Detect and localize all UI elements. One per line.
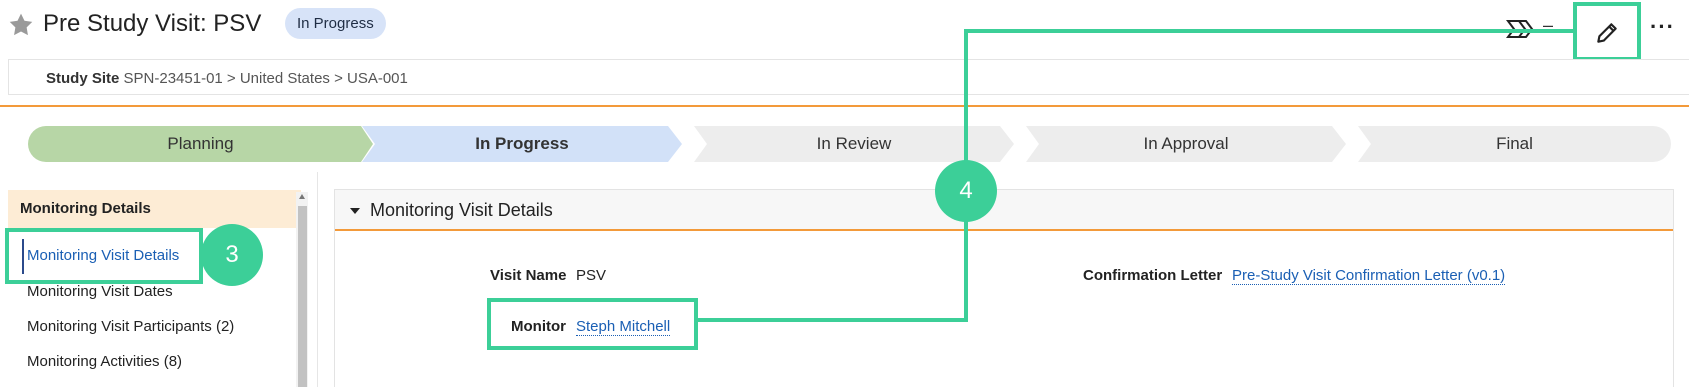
callout-line-top (964, 29, 1577, 33)
breadcrumb-path[interactable]: SPN-23451-01 > United States > USA-001 (124, 70, 408, 87)
sidebar-item-monitoring-visit-dates[interactable]: Monitoring Visit Dates (27, 283, 173, 300)
header-divider (0, 105, 1689, 107)
edit-button[interactable] (1573, 2, 1641, 61)
status-badge: In Progress (285, 8, 386, 39)
stage-label: Final (1496, 134, 1533, 153)
stage-label: In Approval (1143, 134, 1229, 153)
section-title: Monitoring Visit Details (370, 200, 553, 220)
confirmation-letter-link[interactable]: Pre-Study Visit Confirmation Letter (v0.… (1232, 267, 1506, 285)
confirmation-letter-label: Confirmation Letter (1083, 267, 1223, 284)
callout-step-3: 3 (201, 224, 263, 286)
callout-highlight-monitor (487, 298, 698, 350)
monitoring-visit-details-section: Monitoring Visit Details (334, 189, 1674, 387)
sidebar-scrollbar[interactable] (296, 192, 308, 387)
stage-final[interactable]: Final (1358, 126, 1671, 162)
stage-in-approval[interactable]: In Approval (1026, 126, 1346, 162)
lifecycle-stage-path: Planning In Progress In Review In Approv… (28, 126, 1671, 162)
scrollbar-thumb[interactable] (298, 206, 307, 387)
section-header[interactable]: Monitoring Visit Details (335, 190, 1673, 231)
sidebar-heading: Monitoring Details (8, 190, 301, 228)
stage-label: In Review (816, 134, 892, 153)
stage-label: Planning (167, 134, 234, 153)
caret-down-icon (350, 208, 360, 214)
page-title: Pre Study Visit: PSV (43, 10, 262, 37)
breadcrumb: Study Site SPN-23451-01 > United States … (8, 59, 1689, 95)
callout-step-4: 4 (935, 160, 997, 222)
visit-name-value: PSV (576, 267, 607, 284)
stage-planning[interactable]: Planning (28, 126, 373, 162)
scroll-up-icon[interactable] (299, 194, 305, 199)
breadcrumb-label: Study Site (46, 70, 120, 87)
stage-in-progress[interactable]: In Progress (362, 126, 682, 162)
callout-highlight-3 (5, 228, 203, 284)
stage-label: In Progress (475, 134, 569, 153)
favorite-star-icon[interactable] (8, 12, 34, 38)
sidebar-item-monitoring-visit-participants[interactable]: Monitoring Visit Participants (2) (27, 318, 234, 335)
callout-line-bottom (696, 318, 968, 322)
more-actions-button[interactable]: ··· (1650, 14, 1675, 40)
pencil-icon (1597, 23, 1617, 43)
sidebar-item-monitoring-activities[interactable]: Monitoring Activities (8) (27, 353, 182, 370)
pane-divider (317, 172, 318, 387)
visit-name-label: Visit Name (490, 267, 567, 284)
